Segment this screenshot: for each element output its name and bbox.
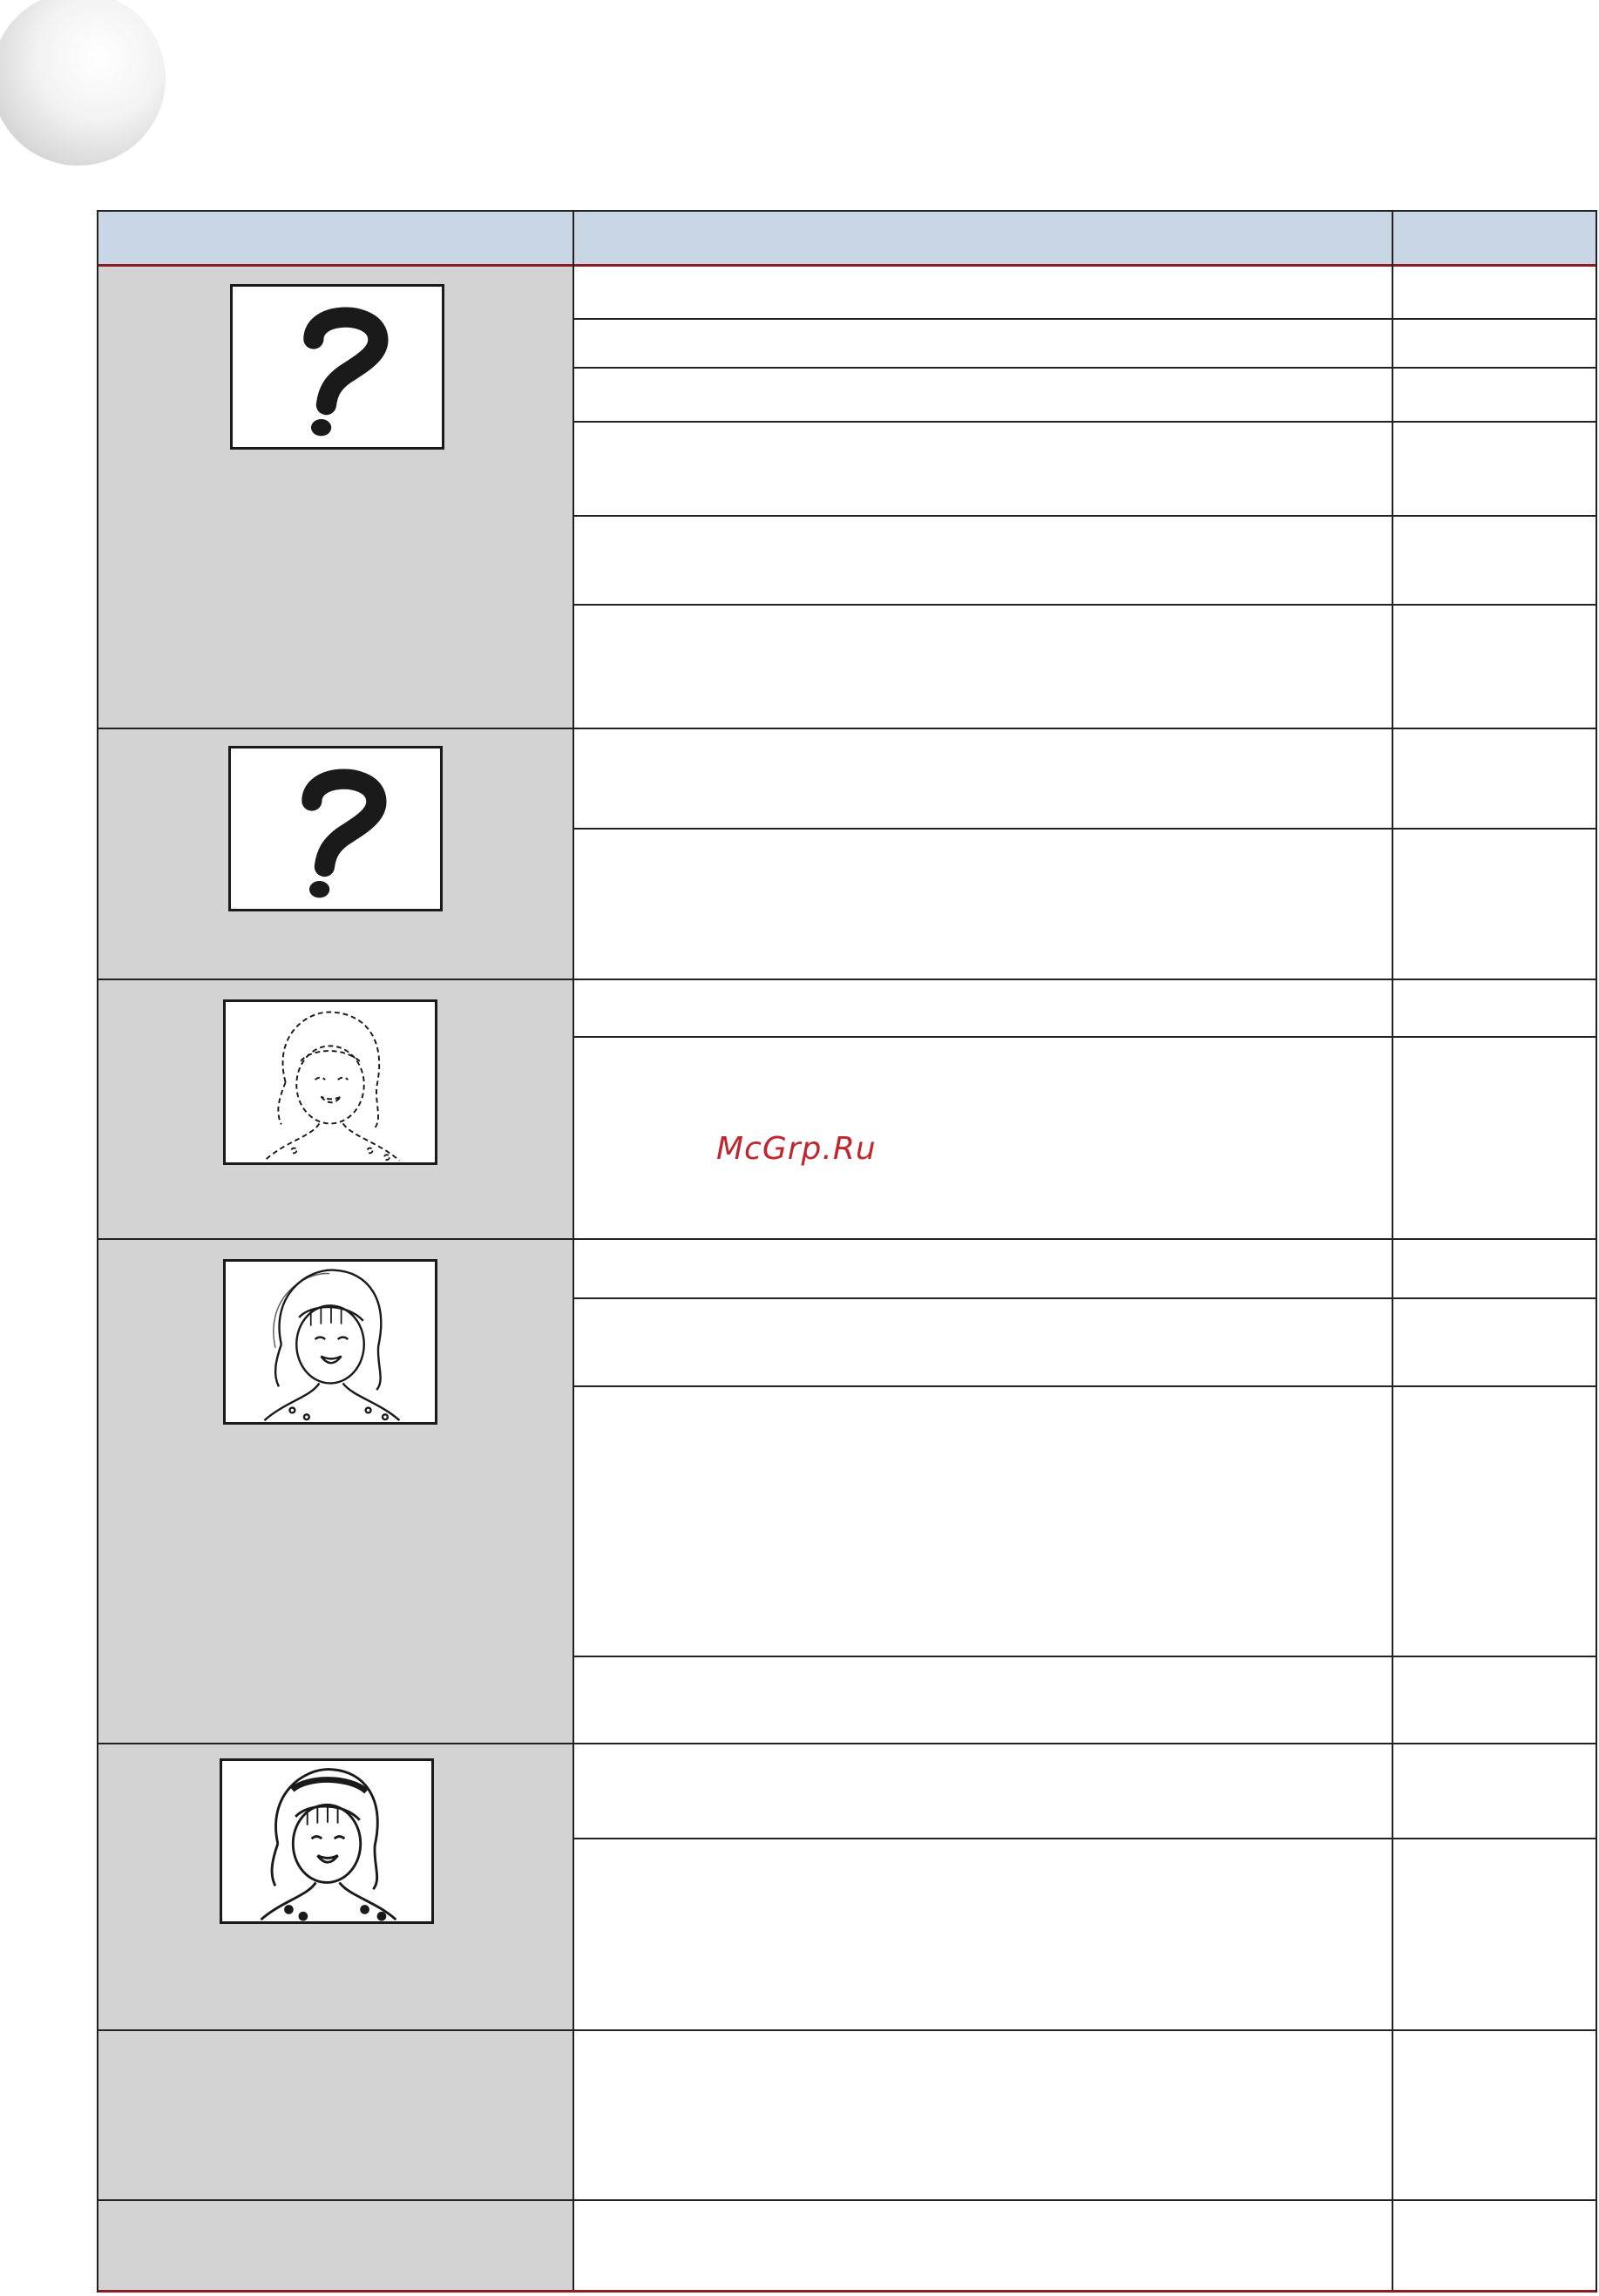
row-divider (573, 318, 1597, 320)
row-divider (573, 367, 1597, 369)
row-divider (573, 1297, 1597, 1299)
faint-girl-portrait (223, 999, 437, 1165)
table-bottom-rule (98, 2290, 1596, 2293)
group-divider (98, 2199, 1597, 2201)
table-header (98, 212, 1596, 267)
group-divider (98, 1743, 1597, 1744)
header-divider (573, 212, 574, 267)
troubleshooting-table (97, 210, 1597, 2293)
row-divider (573, 604, 1597, 606)
row-divider (573, 1036, 1597, 1038)
header-divider (1392, 212, 1393, 267)
row-divider (573, 515, 1597, 517)
row-divider (573, 1838, 1597, 1839)
watermark: McGrp.Ru (716, 1131, 877, 1167)
question-mark-icon (228, 746, 443, 911)
corner-decoration (0, 0, 166, 166)
question-mark-icon (230, 284, 444, 450)
group-divider (98, 2029, 1597, 2031)
group-divider (98, 1238, 1597, 1240)
column-divider (573, 267, 574, 2293)
row-divider (573, 421, 1597, 423)
ghosted-girl-portrait (223, 1259, 437, 1425)
clear-girl-portrait (220, 1758, 434, 1924)
row-divider (573, 828, 1597, 830)
group-divider (98, 728, 1597, 729)
group-divider (98, 979, 1597, 980)
row-divider (573, 1656, 1597, 1657)
column-divider (1392, 267, 1393, 2293)
row-divider (573, 1385, 1597, 1387)
